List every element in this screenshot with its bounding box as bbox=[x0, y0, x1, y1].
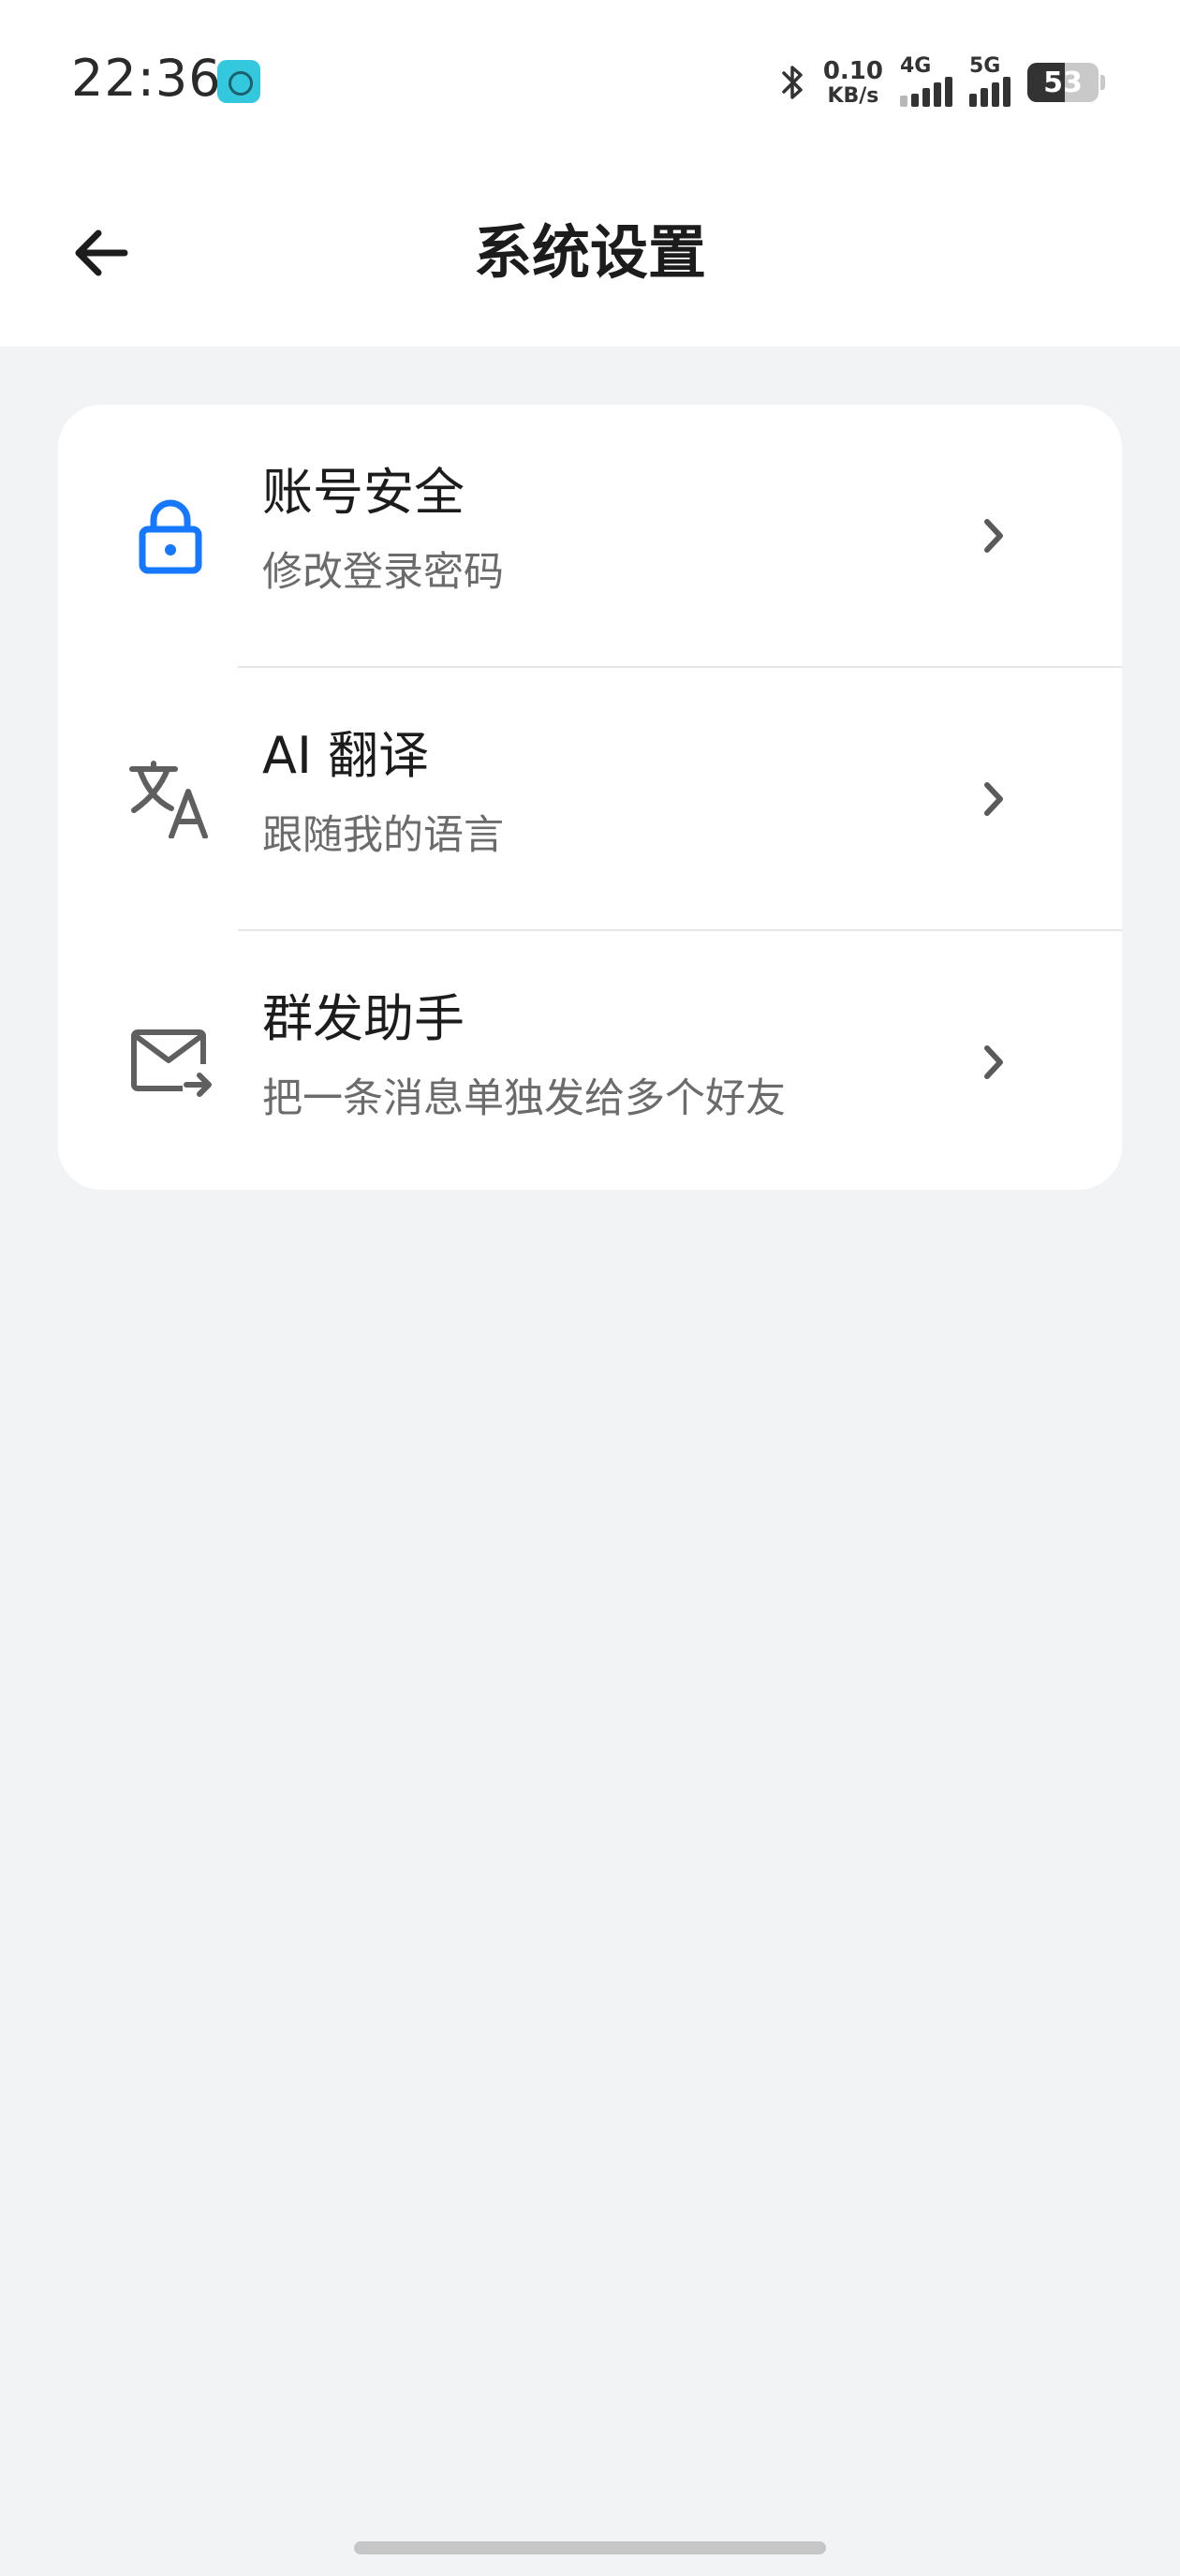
battery-cap bbox=[1100, 75, 1105, 90]
network-speed: 0.10 KB/s bbox=[823, 59, 883, 107]
chevron-right-icon bbox=[965, 771, 1021, 827]
sim2-network-label: 5G bbox=[969, 54, 1001, 78]
status-bar: 22:36 0.10 KB/s 4G 5G 53 bbox=[0, 0, 1180, 159]
lock-icon bbox=[114, 480, 227, 592]
settings-item-title: 账号安全 bbox=[262, 463, 465, 522]
settings-item-subtitle: 跟随我的语言 bbox=[262, 812, 504, 859]
settings-item-account-security[interactable]: 账号安全 修改登录密码 bbox=[58, 405, 1122, 667]
settings-item-subtitle: 修改登录密码 bbox=[262, 549, 504, 596]
settings-item-title: AI 翻译 bbox=[262, 726, 430, 785]
status-time: 22:36 bbox=[71, 49, 222, 108]
sim1-signal-icon: 4G bbox=[900, 54, 952, 107]
message-app-notification-icon bbox=[217, 60, 260, 103]
arrow-left-icon bbox=[75, 229, 128, 276]
back-button[interactable] bbox=[54, 206, 148, 300]
sim2-signal-icon: 5G bbox=[969, 54, 1010, 107]
battery-icon: 53 bbox=[1027, 63, 1099, 102]
settings-item-subtitle: 把一条消息单独发给多个好友 bbox=[262, 1075, 786, 1122]
header: 系统设置 bbox=[0, 159, 1180, 347]
home-indicator[interactable] bbox=[354, 2541, 826, 2554]
settings-item-ai-translation[interactable]: AI 翻译 跟随我的语言 bbox=[58, 668, 1122, 930]
sim1-network-label: 4G bbox=[900, 54, 932, 78]
settings-item-broadcast-assistant[interactable]: 群发助手 把一条消息单独发给多个好友 bbox=[58, 931, 1122, 1190]
settings-card: 账号安全 修改登录密码 AI 翻译 跟随我的语言 群发助手 把一条消息单独发给多… bbox=[58, 405, 1122, 1190]
status-indicators: 0.10 KB/s 4G 5G 53 bbox=[778, 54, 1105, 111]
network-speed-unit: KB/s bbox=[827, 83, 879, 108]
bluetooth-icon bbox=[778, 62, 806, 103]
chevron-right-icon bbox=[965, 1034, 1021, 1090]
mail-forward-icon bbox=[114, 1006, 227, 1118]
translate-icon bbox=[114, 743, 227, 855]
chevron-right-icon bbox=[965, 508, 1021, 564]
battery-level: 53 bbox=[1043, 66, 1083, 99]
settings-item-title: 群发助手 bbox=[262, 989, 465, 1048]
network-speed-value: 0.10 bbox=[822, 56, 883, 85]
page-title: 系统设置 bbox=[473, 218, 706, 287]
